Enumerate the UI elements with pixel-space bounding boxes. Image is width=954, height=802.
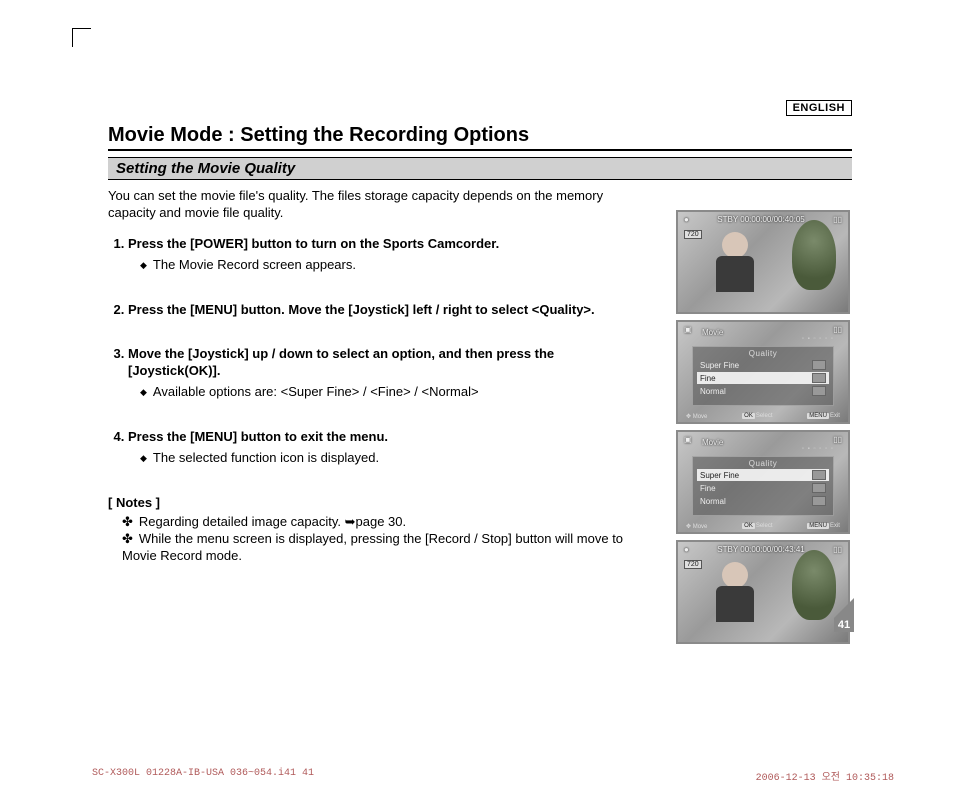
camcorder-icon: ▣ — [684, 435, 692, 444]
quality-icon — [812, 470, 826, 480]
quality-menu: Quality Super Fine Fine Normal — [692, 456, 834, 516]
quality-icon — [812, 386, 826, 396]
joystick-icon: ✥ — [686, 524, 691, 530]
rec-icon: ● — [684, 545, 689, 554]
step-sub: The Movie Record screen appears. — [140, 257, 638, 274]
page-number: 41 — [834, 618, 854, 632]
step-sub: Available options are: <Super Fine> / <F… — [140, 384, 638, 401]
battery-icon: ▯▯ — [833, 435, 842, 444]
step-2: Press the [MENU] button. Move the [Joyst… — [128, 302, 638, 319]
figure-column: 1 ● STBY 00:00:00/00:40:05 ▯▯ 720 2 ▣Mov… — [676, 210, 856, 650]
step-4: Press the [MENU] button to exit the menu… — [128, 429, 638, 467]
osd-status: ● STBY 00:00:00/00:40:05 ▯▯ — [684, 215, 842, 224]
camcorder-icon: ▣ — [684, 325, 692, 334]
notes-list: Regarding detailed image capacity. ➥page… — [108, 514, 638, 565]
resolution-tag: 720 — [684, 560, 702, 569]
menu-item-superfine: Super Fine — [697, 359, 829, 371]
footer-left: SC-X300L 01228A-IB-USA 036~054.i41 41 — [92, 768, 314, 784]
menu-header: Quality — [697, 349, 829, 358]
quality-icon — [812, 360, 826, 370]
figure-4: 4 ● STBY 00:00:00/00:43:41 ▯▯ 720 — [676, 540, 850, 644]
menu-item-fine: Fine — [697, 482, 829, 494]
crop-mark — [72, 28, 91, 47]
print-footer: SC-X300L 01228A-IB-USA 036~054.i41 41 20… — [92, 768, 894, 784]
step-sub: The selected function icon is displayed. — [140, 450, 638, 467]
battery-icon: ▯▯ — [833, 545, 842, 554]
step-3: Move the [Joystick] up / down to select … — [128, 346, 638, 401]
text-column: You can set the movie file's quality. Th… — [108, 188, 638, 564]
menu-tabs: ▫ ▪ ▫ ▫ ▫ ▫ — [692, 336, 834, 342]
resolution-tag: 720 — [684, 230, 702, 239]
figure-2: 2 ▣Movie▯▯ ▫ ▪ ▫ ▫ ▫ ▫ Quality Super Fin… — [676, 320, 850, 424]
figure-3: 3 ▣Movie▯▯ ▫ ▪ ▫ ▫ ▫ ▫ Quality Super Fin… — [676, 430, 850, 534]
notes-header: [ Notes ] — [108, 495, 638, 512]
ok-key: OK — [742, 523, 755, 529]
menu-item-normal: Normal — [697, 495, 829, 507]
note-item: While the menu screen is displayed, pres… — [122, 531, 638, 565]
menu-header: Quality — [697, 459, 829, 468]
step-text: Press the [MENU] button. Move the [Joyst… — [128, 302, 595, 317]
step-text: Press the [MENU] button to exit the menu… — [128, 429, 388, 444]
ok-key: OK — [742, 413, 755, 419]
menu-tabs: ▫ ▪ ▫ ▫ ▫ ▫ — [692, 446, 834, 452]
rec-icon: ● — [684, 215, 689, 224]
page-title: Movie Mode : Setting the Recording Optio… — [108, 116, 852, 151]
quality-menu: Quality Super Fine Fine Normal — [692, 346, 834, 406]
battery-icon: ▯▯ — [833, 215, 842, 224]
menu-item-fine: Fine — [697, 372, 829, 384]
figure-badge: 2 — [676, 320, 678, 334]
menu-item-normal: Normal — [697, 385, 829, 397]
menu-key: MENU — [807, 413, 829, 419]
joystick-icon: ✥ — [686, 414, 691, 420]
osd-status: ● STBY 00:00:00/00:43:41 ▯▯ — [684, 545, 842, 554]
note-item: Regarding detailed image capacity. ➥page… — [122, 514, 638, 531]
menu-hints: ✥ Move OKSelect MENUExit — [686, 413, 840, 420]
footer-right: 2006-12-13 오전 10:35:18 — [756, 768, 894, 784]
camera-scene — [678, 212, 848, 312]
menu-hints: ✥ Move OKSelect MENUExit — [686, 523, 840, 530]
menu-item-superfine: Super Fine — [697, 469, 829, 481]
step-text: Press the [POWER] button to turn on the … — [128, 236, 499, 251]
steps-list: Press the [POWER] button to turn on the … — [108, 236, 638, 467]
page-number-tab: 41 — [834, 598, 854, 632]
manual-page: ENGLISH Movie Mode : Setting the Recordi… — [108, 100, 852, 564]
camera-scene — [678, 542, 848, 642]
intro-text: You can set the movie file's quality. Th… — [108, 188, 638, 222]
step-text: Move the [Joystick] up / down to select … — [128, 346, 554, 378]
step-1: Press the [POWER] button to turn on the … — [128, 236, 638, 274]
menu-key: MENU — [807, 523, 829, 529]
section-subtitle: Setting the Movie Quality — [108, 157, 852, 180]
figure-badge: 3 — [676, 430, 678, 444]
quality-icon — [812, 496, 826, 506]
quality-icon — [812, 483, 826, 493]
quality-icon — [812, 373, 826, 383]
figure-1: 1 ● STBY 00:00:00/00:40:05 ▯▯ 720 — [676, 210, 850, 314]
battery-icon: ▯▯ — [833, 325, 842, 334]
language-tag: ENGLISH — [786, 100, 852, 116]
